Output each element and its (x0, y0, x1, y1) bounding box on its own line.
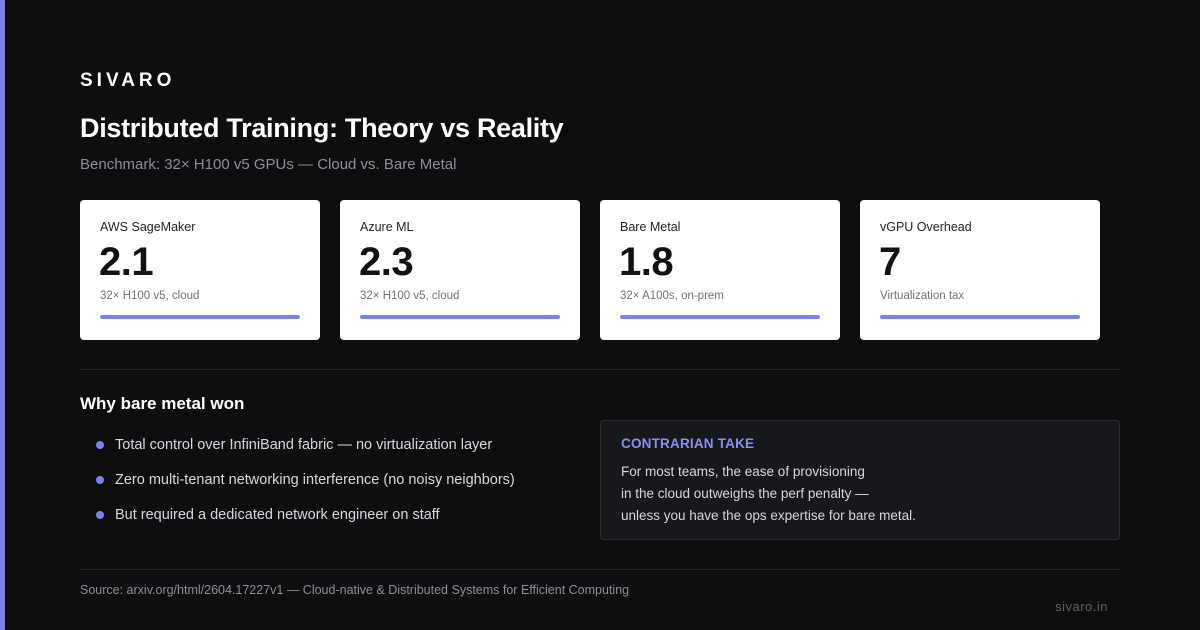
stat-card-bar-fill (360, 315, 560, 319)
stat-card-bar-fill (620, 315, 820, 319)
stat-card-note: 32× H100 v5, cloud (100, 290, 200, 302)
footer-domain: sivaro.in (1055, 599, 1108, 614)
stat-card-value: 2.1 (99, 240, 154, 284)
stat-card-value: 2.3 (359, 240, 414, 284)
stat-card-note: Virtualization tax (880, 290, 965, 302)
bullet-dot-icon (96, 476, 104, 484)
reasons-heading: Why bare metal won (80, 394, 245, 413)
stat-card-label: AWS SageMaker (100, 220, 196, 234)
stat-card-value: 1.8 (619, 240, 674, 284)
list-item-text: Total control over InfiniBand fabric — n… (115, 437, 493, 453)
stat-card-label: vGPU Overhead (880, 220, 972, 234)
stat-card-label: Azure ML (360, 220, 414, 234)
list-item-text: Zero multi-tenant networking interferenc… (115, 472, 515, 488)
callout-body: For most teams, the ease of provisioning… (621, 461, 916, 527)
callout-line: in the cloud outweighs the perf penalty … (621, 486, 869, 501)
stat-card-vgpu-overhead: vGPU Overhead 7 Virtualization tax (860, 200, 1100, 340)
stat-card-aws-sagemaker: AWS SageMaker 2.1 32× H100 v5, cloud (80, 200, 320, 340)
footer-divider (80, 569, 1120, 570)
bullet-dot-icon (96, 441, 104, 449)
section-divider (80, 369, 1120, 370)
callout-line: For most teams, the ease of provisioning (621, 464, 865, 479)
stat-cards: AWS SageMaker 2.1 32× H100 v5, cloud Azu… (80, 200, 1100, 340)
stat-card-bare-metal: Bare Metal 1.8 32× A100s, on-prem (600, 200, 840, 340)
list-item: Total control over InfiniBand fabric — n… (96, 430, 515, 465)
stat-card-note: 32× H100 v5, cloud (360, 290, 460, 302)
page-subtitle: Benchmark: 32× H100 v5 GPUs — Cloud vs. … (80, 156, 457, 173)
reasons-list: Total control over InfiniBand fabric — n… (96, 430, 515, 535)
stat-card-note: 32× A100s, on-prem (620, 290, 724, 302)
source-citation: Source: arxiv.org/html/2604.17227v1 — Cl… (80, 583, 630, 597)
list-item-text: But required a dedicated network enginee… (115, 507, 440, 523)
stat-card-bar (880, 315, 1080, 319)
brand-logo: SIVARO (80, 70, 176, 91)
stat-card-value: 7 (879, 240, 901, 284)
stat-card-bar (100, 315, 300, 319)
callout-line: unless you have the ops expertise for ba… (621, 508, 916, 523)
stat-card-label: Bare Metal (620, 220, 681, 234)
list-item: But required a dedicated network enginee… (96, 500, 515, 535)
left-accent-bar (0, 0, 5, 630)
list-item: Zero multi-tenant networking interferenc… (96, 465, 515, 500)
contrarian-callout: CONTRARIAN TAKE For most teams, the ease… (600, 420, 1120, 540)
bullet-dot-icon (96, 511, 104, 519)
stat-card-bar (360, 315, 560, 319)
page-title: Distributed Training: Theory vs Reality (80, 113, 564, 143)
callout-label: CONTRARIAN TAKE (621, 436, 755, 451)
stat-card-bar-fill (100, 315, 300, 319)
stat-card-bar (620, 315, 820, 319)
stat-card-bar-fill (880, 315, 1080, 319)
stat-card-azure-ml: Azure ML 2.3 32× H100 v5, cloud (340, 200, 580, 340)
